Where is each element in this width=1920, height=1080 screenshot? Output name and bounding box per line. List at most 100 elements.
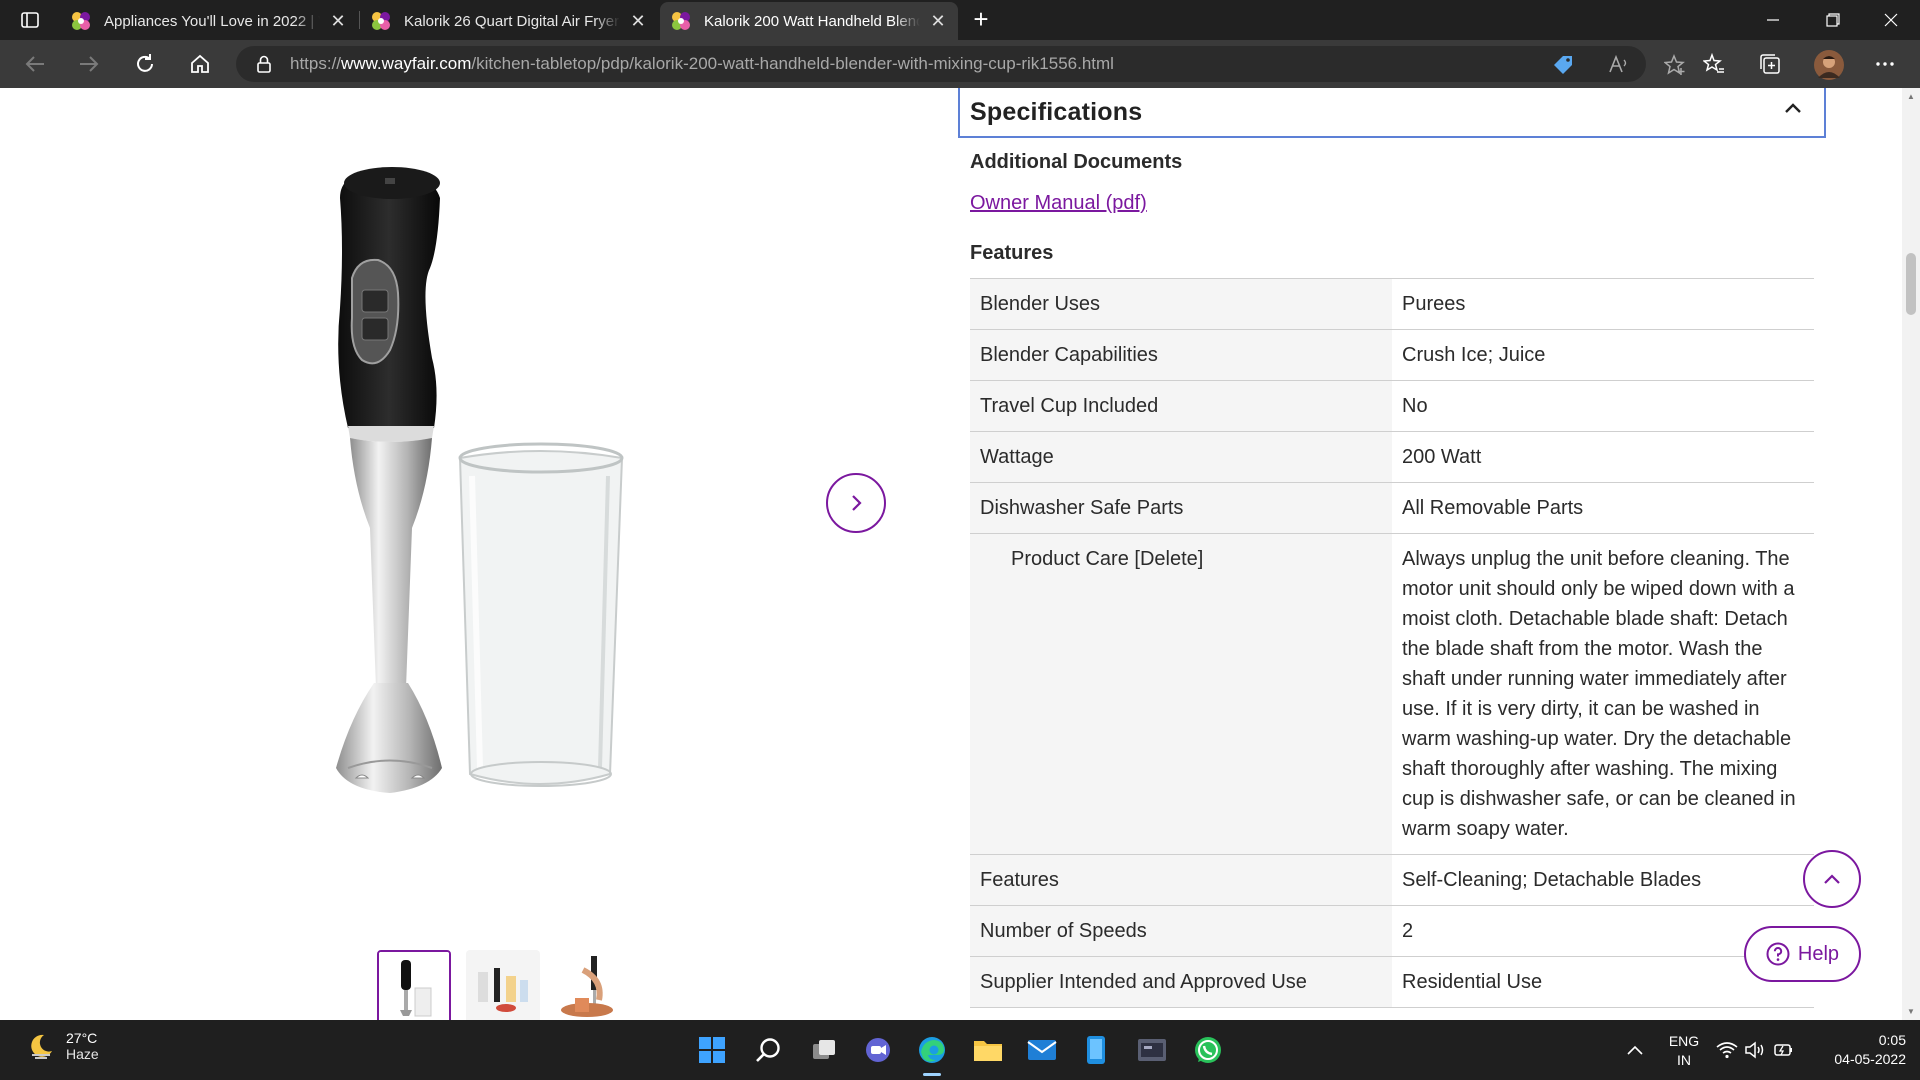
url-path: /kitchen-tabletop/pdp/kalorik-200-watt-h… — [471, 54, 1114, 73]
read-aloud-icon[interactable] — [1608, 54, 1630, 76]
favorites-icon[interactable] — [1702, 52, 1725, 75]
row-value: 200 Watt — [1402, 446, 1482, 468]
edge-browser-icon[interactable] — [914, 1032, 950, 1068]
tab-blender-active[interactable]: Kalorik 200 Watt Handheld Blender ✕ — [660, 2, 958, 40]
active-app-indicator — [923, 1073, 941, 1076]
minimize-icon[interactable] — [1750, 0, 1796, 40]
restore-icon[interactable] — [1810, 0, 1856, 40]
table-row: Supplier Intended and Approved Use Resid… — [970, 957, 1814, 1008]
table-row: Dishwasher Safe Parts All Removable Part… — [970, 483, 1814, 534]
specifications-table: Blender Uses Purees Blender Capabilities… — [970, 278, 1814, 1008]
home-icon[interactable] — [185, 50, 215, 78]
thumbnail-2[interactable] — [466, 950, 540, 1020]
tab-close-icon[interactable]: ✕ — [628, 11, 648, 32]
mail-icon[interactable] — [1024, 1032, 1060, 1068]
row-value: No — [1402, 395, 1428, 417]
coupon-tag-icon[interactable] — [1552, 54, 1574, 76]
product-image-blender[interactable] — [320, 128, 720, 958]
row-value: Always unplug the unit before cleaning. … — [1402, 548, 1796, 840]
row-value: Crush Ice; Juice — [1402, 344, 1546, 366]
row-label: Supplier Intended and Approved Use — [970, 957, 1392, 1007]
show-hidden-icons-chevron-up-icon[interactable] — [1622, 1032, 1648, 1068]
row-label: Dishwasher Safe Parts — [970, 483, 1392, 533]
help-button[interactable]: Help — [1744, 926, 1861, 982]
chevron-up-icon[interactable] — [1784, 102, 1802, 114]
clock[interactable]: 0:05 04-05-2022 — [1810, 1031, 1906, 1069]
chevron-up-icon — [1824, 874, 1840, 884]
lock-icon[interactable] — [256, 55, 272, 78]
volume-icon[interactable] — [1742, 1032, 1768, 1068]
tab-close-icon[interactable]: ✕ — [928, 11, 948, 32]
table-row: Blender Capabilities Crush Ice; Juice — [970, 330, 1814, 381]
additional-documents-heading: Additional Documents — [970, 151, 1183, 173]
address-bar[interactable]: https://www.wayfair.com/kitchen-tabletop… — [236, 46, 1685, 82]
tab-title: Kalorik 200 Watt Handheld Blender — [704, 12, 920, 30]
close-window-icon[interactable] — [1868, 0, 1914, 40]
scrollbar-thumb[interactable] — [1906, 253, 1916, 315]
search-icon[interactable] — [750, 1032, 786, 1068]
clock-time: 0:05 — [1878, 1032, 1906, 1048]
collections-icon[interactable] — [1759, 53, 1781, 75]
thumbnail-accessories-image — [466, 950, 540, 1020]
row-label: Product Care [Delete] — [970, 534, 1392, 854]
table-row: Blender Uses Purees — [970, 279, 1814, 330]
tab-air-fryer[interactable]: Kalorik 26 Quart Digital Air Fryer ✕ — [360, 2, 658, 40]
back-to-top-button[interactable] — [1803, 850, 1861, 908]
forward-arrow-icon[interactable] — [74, 50, 104, 78]
thumbnail-blender-image — [379, 952, 449, 1020]
browser-tab-bar: Appliances You'll Love in 2022 | W ✕ Kal… — [0, 0, 1920, 40]
scroll-down-arrow-icon[interactable]: ▼ — [1907, 1007, 1915, 1016]
windows-taskbar: 27°C Haze ENG IN 0:05 04-05-2022 — [0, 1020, 1920, 1080]
page-scrollbar[interactable]: ▲ ▼ — [1902, 88, 1920, 1020]
thumbnail-3[interactable] — [553, 950, 627, 1020]
refresh-icon[interactable] — [130, 50, 160, 78]
row-label: Wattage — [970, 432, 1392, 482]
address-toolbar: https://www.wayfair.com/kitchen-tabletop… — [0, 40, 1920, 88]
language-indicator[interactable]: ENG IN — [1664, 1032, 1704, 1070]
weather-condition: Haze — [66, 1046, 99, 1062]
moon-haze-icon — [31, 1034, 52, 1059]
tab-appliances[interactable]: Appliances You'll Love in 2022 | W ✕ — [60, 2, 358, 40]
region-code: IN — [1677, 1052, 1691, 1068]
row-label: Blender Uses — [970, 279, 1392, 329]
whatsapp-icon[interactable] — [1190, 1032, 1226, 1068]
add-favorite-icon[interactable] — [1663, 54, 1686, 76]
row-label: Travel Cup Included — [970, 381, 1392, 431]
tab-actions-icon[interactable] — [16, 9, 44, 31]
thumbnail-in-use-image — [553, 950, 627, 1020]
row-value: All Removable Parts — [1402, 497, 1584, 519]
url-text[interactable]: https://www.wayfair.com/kitchen-tabletop… — [290, 54, 1114, 74]
table-row-product-care: Product Care [Delete] Always unplug the … — [970, 534, 1814, 855]
more-options-icon[interactable] — [1874, 53, 1896, 75]
next-image-button[interactable] — [826, 473, 886, 533]
back-arrow-icon[interactable] — [20, 50, 50, 78]
clock-date: 04-05-2022 — [1834, 1051, 1906, 1067]
specifications-title: Specifications — [970, 98, 1143, 126]
url-host: www.wayfair.com — [341, 54, 472, 73]
row-label: Number of Speeds — [970, 906, 1392, 956]
owner-manual-link[interactable]: Owner Manual (pdf) — [970, 192, 1147, 215]
features-heading: Features — [970, 242, 1054, 264]
profile-avatar-icon[interactable] — [1814, 50, 1844, 80]
specifications-accordion-header[interactable]: Specifications — [958, 88, 1826, 138]
file-explorer-icon[interactable] — [970, 1032, 1006, 1068]
task-view-icon[interactable] — [806, 1032, 842, 1068]
thumbnail-1[interactable] — [377, 950, 451, 1020]
scroll-up-arrow-icon[interactable]: ▲ — [1907, 92, 1915, 101]
tab-close-icon[interactable]: ✕ — [328, 11, 348, 32]
row-label: Features — [970, 855, 1392, 905]
weather-widget[interactable]: 27°C Haze — [26, 1030, 99, 1062]
teams-chat-icon[interactable] — [860, 1032, 896, 1068]
battery-icon[interactable] — [1770, 1032, 1796, 1068]
page-viewport: Specifications Additional Documents Owne… — [0, 88, 1920, 1020]
app-window-icon[interactable] — [1134, 1032, 1170, 1068]
start-icon[interactable] — [694, 1032, 730, 1068]
wifi-icon[interactable] — [1714, 1032, 1740, 1068]
wayfair-favicon-icon — [370, 10, 392, 32]
wayfair-favicon-icon — [670, 10, 692, 32]
weather-temperature: 27°C — [66, 1030, 98, 1046]
phone-link-icon[interactable] — [1078, 1032, 1114, 1068]
row-value: Self-Cleaning; Detachable Blades — [1402, 869, 1702, 891]
row-label: Blender Capabilities — [970, 330, 1392, 380]
new-tab-button[interactable]: + — [966, 6, 996, 34]
